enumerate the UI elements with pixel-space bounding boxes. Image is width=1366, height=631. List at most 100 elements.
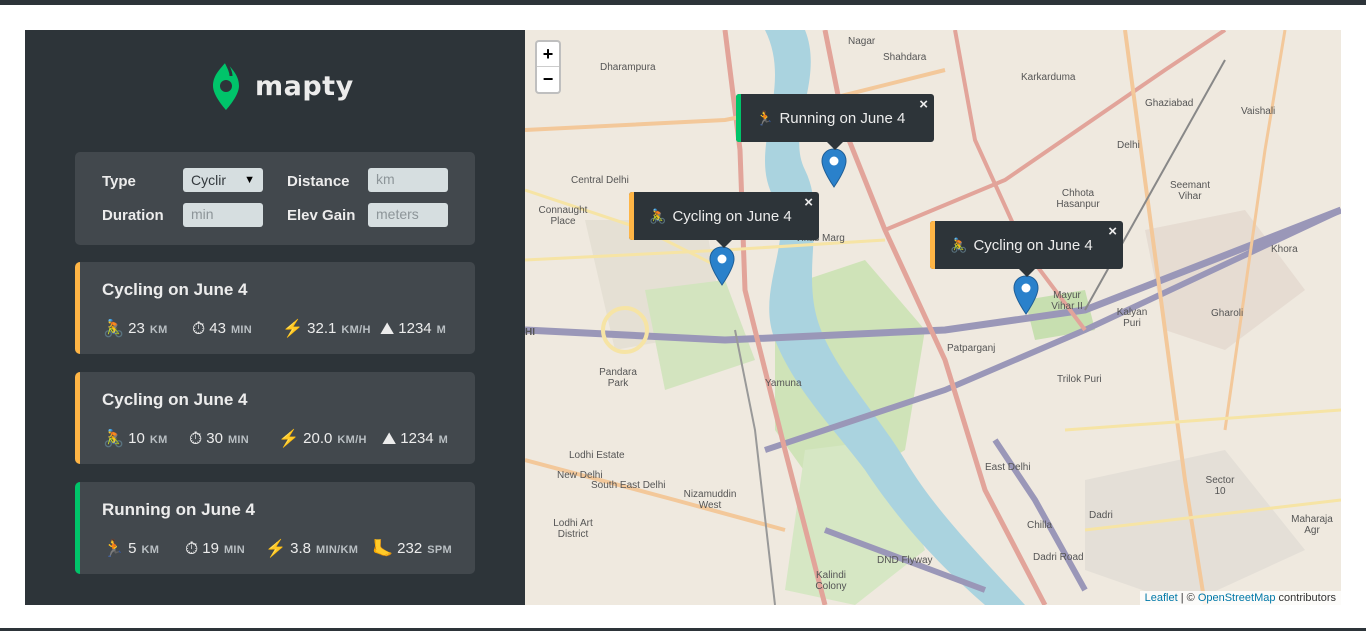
map-label: Nizamuddin West <box>683 489 737 511</box>
speed-unit: KM/H <box>337 434 367 446</box>
lightning-icon: ⚡ <box>278 429 300 448</box>
cadence-stat: 🦶 232 SPM <box>372 538 452 558</box>
map-label: Karkarduma <box>1021 72 1076 83</box>
speed-value: 32.1 <box>307 320 337 337</box>
duration-unit: MIN <box>230 324 253 336</box>
map-label: East Delhi <box>985 462 1031 473</box>
workout-title: Running on June 4 <box>102 500 255 519</box>
map-label: Patparganj <box>947 343 996 354</box>
elevation-stat: ⛰ 1234 M <box>380 318 446 338</box>
distance-unit: KM <box>149 324 168 336</box>
workout-popup[interactable]: 🚴 Cycling on June 4 × <box>930 221 1123 277</box>
map-marker-icon[interactable] <box>1013 275 1039 315</box>
duration-unit: MIN <box>223 544 246 556</box>
cyclist-icon: 🚴 <box>649 207 667 224</box>
popup-close-button[interactable]: × <box>1108 223 1117 240</box>
zoom-out-button[interactable]: − <box>537 67 559 92</box>
duration-unit: MIN <box>227 434 250 446</box>
map-label: Trilok Puri <box>1057 374 1102 385</box>
workout-item[interactable]: Running on June 4 🏃 5 KM ⏱ 19 MIN ⚡ 3.8 … <box>75 482 475 574</box>
popup-type-stripe <box>629 192 634 240</box>
top-border <box>0 0 1366 5</box>
elevation-value: 1234 <box>398 320 432 337</box>
distance-value: 23 <box>128 320 145 337</box>
stopwatch-icon: ⏱ <box>185 539 199 558</box>
stopwatch-icon: ⏱ <box>189 429 203 448</box>
lightning-icon: ⚡ <box>282 319 304 338</box>
openstreetmap-link[interactable]: OpenStreetMap <box>1198 592 1276 604</box>
map-label: Connaught Place <box>538 205 588 227</box>
type-label: Type <box>102 173 136 190</box>
attribution-suffix: contributors <box>1275 592 1336 604</box>
distance-stat: 🚴 10 KM <box>103 428 168 448</box>
duration-value: 43 <box>209 320 226 337</box>
duration-stat: ⏱ 30 MIN <box>189 428 249 448</box>
distance-input[interactable]: km <box>368 168 448 192</box>
map-label: Lodhi Estate <box>569 450 625 461</box>
workout-popup[interactable]: 🚴 Cycling on June 4 × <box>629 192 819 248</box>
runner-icon: 🏃 <box>756 109 774 126</box>
distance-stat: 🏃 5 KM <box>103 538 159 558</box>
duration-input[interactable]: min <box>183 203 263 227</box>
popup-label: Running on June 4 <box>779 109 906 127</box>
type-select-value: Cyclir <box>191 172 226 188</box>
map-label: Nagar <box>848 36 876 47</box>
workout-form: Type Cyclir ▼ Distance km Duration min E… <box>75 152 475 245</box>
distance-unit: KM <box>141 544 160 556</box>
workout-popup[interactable]: 🏃 Running on June 4 × <box>736 94 934 150</box>
elev-gain-input[interactable]: meters <box>368 203 448 227</box>
app-name: mapty <box>255 70 354 102</box>
popup-label: Cycling on June 4 <box>672 207 792 225</box>
map-marker-icon[interactable] <box>709 246 735 286</box>
speed-unit: KM/H <box>341 324 371 336</box>
map-pin-logo-icon <box>213 61 239 110</box>
cyclist-icon: 🚴 <box>103 429 125 448</box>
duration-placeholder: min <box>191 206 214 222</box>
popup-close-button[interactable]: × <box>919 96 928 113</box>
map-label: Chhota Hasanpur <box>1056 188 1100 210</box>
pace-stat: ⚡ 3.8 MIN/KM <box>265 538 358 558</box>
map-label: Yamuna <box>765 378 802 389</box>
popup-label: Cycling on June 4 <box>973 236 1093 254</box>
popup-close-button[interactable]: × <box>804 194 813 211</box>
map-label: Kalindi Colony <box>815 570 847 592</box>
workout-type-stripe <box>75 482 80 574</box>
duration-value: 19 <box>202 540 219 557</box>
mountain-icon: ⛰ <box>380 319 395 338</box>
workout-type-stripe <box>75 372 80 464</box>
distance-unit: KM <box>149 434 168 446</box>
lightning-icon: ⚡ <box>265 539 287 558</box>
map-label: Mayur Vihar II <box>1051 290 1083 312</box>
map[interactable]: Dharampura Nagar Shahdara Karkarduma Vai… <box>525 30 1341 605</box>
distance-label: Distance <box>287 173 350 190</box>
stopwatch-icon: ⏱ <box>192 319 206 338</box>
map-label: Delhi <box>1117 140 1140 151</box>
map-marker-icon[interactable] <box>821 148 847 188</box>
elevation-unit: M <box>436 324 447 336</box>
map-label: Maharaja Agr <box>1291 514 1333 536</box>
type-select[interactable]: Cyclir ▼ <box>183 168 263 192</box>
speed-value: 20.0 <box>303 430 333 447</box>
distance-value: 5 <box>128 540 137 557</box>
elevation-value: 1234 <box>400 430 434 447</box>
leaflet-link[interactable]: Leaflet <box>1145 592 1178 604</box>
map-label: Ghaziabad <box>1145 98 1194 109</box>
cadence-value: 232 <box>397 540 423 557</box>
workout-type-stripe <box>75 262 80 354</box>
map-label: DND Flyway <box>877 555 933 566</box>
elev-gain-label: Elev Gain <box>287 207 356 224</box>
map-label: HI <box>525 327 535 338</box>
map-label: South East Delhi <box>591 480 666 491</box>
map-label: Gharoli <box>1211 308 1244 319</box>
distance-stat: 🚴 23 KM <box>103 318 168 338</box>
duration-stat: ⏱ 43 MIN <box>192 318 252 338</box>
mountain-icon: ⛰ <box>382 429 397 448</box>
map-attribution: Leaflet | © OpenStreetMap contributors <box>1139 591 1341 605</box>
map-label: Pandara Park <box>599 367 637 389</box>
zoom-in-button[interactable]: + <box>537 42 559 67</box>
sidebar: mapty Type Cyclir ▼ Distance km Duration… <box>25 30 525 605</box>
workout-item[interactable]: Cycling on June 4 🚴 23 KM ⏱ 43 MIN ⚡ 32.… <box>75 262 475 354</box>
zoom-control: + − <box>535 40 561 94</box>
workout-item[interactable]: Cycling on June 4 🚴 10 KM ⏱ 30 MIN ⚡ 20.… <box>75 372 475 464</box>
workout-title: Cycling on June 4 <box>102 280 248 299</box>
